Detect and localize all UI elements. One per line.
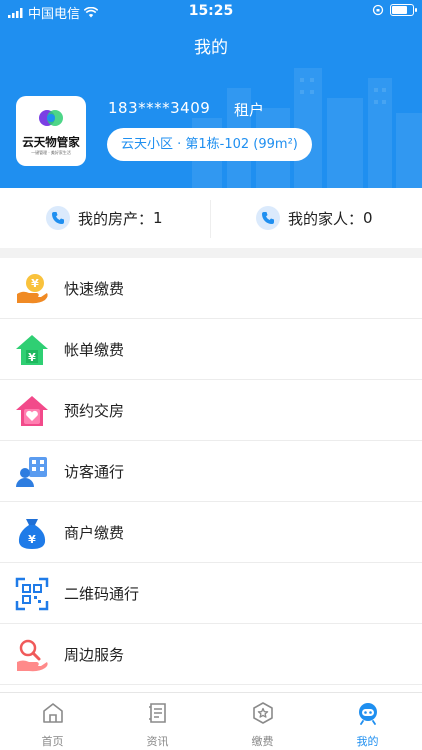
profile-icon [359, 703, 377, 725]
phone-icon [46, 206, 70, 230]
user-phone: 183****3409 [108, 99, 211, 117]
menu-item-nearby-services[interactable]: 周边服务 [0, 624, 422, 685]
house-yuan-icon: ¥ [16, 335, 48, 365]
status-time: 15:25 [188, 3, 234, 19]
user-role: 租户 [234, 101, 265, 119]
tab-label: 资讯 [146, 735, 169, 748]
bottom-tab-bar: 首页 资讯 缴费 我的 [0, 692, 422, 750]
app-logo: 云天物管家 一键管理 · 美好家生活 [16, 96, 86, 166]
svg-text:¥: ¥ [28, 351, 36, 364]
svg-text:¥: ¥ [28, 533, 36, 546]
family-label: 我的家人： [288, 209, 364, 228]
menu-label: 商户缴费 [64, 524, 125, 542]
menu-item-book-handover[interactable]: 预约交房 [0, 380, 422, 441]
tab-label: 缴费 [251, 735, 274, 748]
news-icon [149, 703, 166, 723]
family-count: 0 [363, 209, 373, 227]
tab-news[interactable]: 资讯 [105, 693, 210, 750]
section-gap [0, 248, 422, 258]
battery-icon [390, 4, 417, 16]
menu-list: ¥ 快速缴费 ¥ 帐单缴费 预约交房 访客通行 ¥ 商户缴费 二维码通行 周边服… [0, 258, 422, 685]
money-bag-icon: ¥ [18, 519, 46, 549]
logo-mark-icon [39, 110, 63, 126]
search-hand-icon [17, 639, 48, 672]
menu-label: 预约交房 [64, 402, 125, 420]
menu-label: 快速缴费 [64, 280, 125, 298]
stats-row: 我的房产： 1 我的家人： 0 [0, 188, 422, 248]
coin-hand-icon: ¥ [17, 274, 48, 304]
status-bar: 中国电信 15:25 [0, 0, 422, 22]
my-family-button[interactable]: 我的家人： 0 [256, 188, 373, 248]
tab-profile[interactable]: 我的 [315, 693, 420, 750]
buildings-illustration [192, 68, 422, 188]
qrcode-icon [15, 577, 49, 611]
phone-icon [256, 206, 280, 230]
property-label: 我的房产： [78, 209, 154, 228]
tab-payment[interactable]: 缴费 [210, 693, 315, 750]
payment-icon [253, 702, 273, 724]
menu-label: 访客通行 [64, 463, 125, 481]
my-property-button[interactable]: 我的房产： 1 [46, 188, 163, 248]
menu-item-visitor-access[interactable]: 访客通行 [0, 441, 422, 502]
menu-item-bill-pay[interactable]: ¥ 帐单缴费 [0, 319, 422, 380]
home-icon [43, 703, 63, 723]
page-title: 我的 [194, 38, 228, 58]
svg-text:¥: ¥ [31, 277, 39, 290]
property-count: 1 [153, 209, 163, 227]
menu-item-merchant-pay[interactable]: ¥ 商户缴费 [0, 502, 422, 563]
menu-label: 二维码通行 [64, 585, 140, 603]
menu-item-qrcode-access[interactable]: 二维码通行 [0, 563, 422, 624]
tab-label: 首页 [41, 735, 64, 748]
house-heart-icon [16, 396, 48, 426]
menu-label: 帐单缴费 [64, 341, 125, 359]
address-selector[interactable]: 云天小区 · 第1栋-102 (99m²) [107, 128, 312, 161]
logo-name: 云天物管家 [22, 135, 80, 149]
orientation-lock-icon [372, 4, 384, 16]
profile-header: 中国电信 15:25 我的 云天物管家 一键管理 · 美好家生活 183****… [0, 0, 422, 188]
stats-divider [210, 200, 211, 238]
logo-slogan: 一键管理 · 美好家生活 [31, 150, 71, 155]
menu-item-quick-pay[interactable]: ¥ 快速缴费 [0, 258, 422, 319]
menu-label: 周边服务 [64, 646, 125, 664]
visitor-icon [16, 457, 47, 487]
tab-home[interactable]: 首页 [0, 693, 105, 750]
tab-label: 我的 [356, 735, 379, 748]
